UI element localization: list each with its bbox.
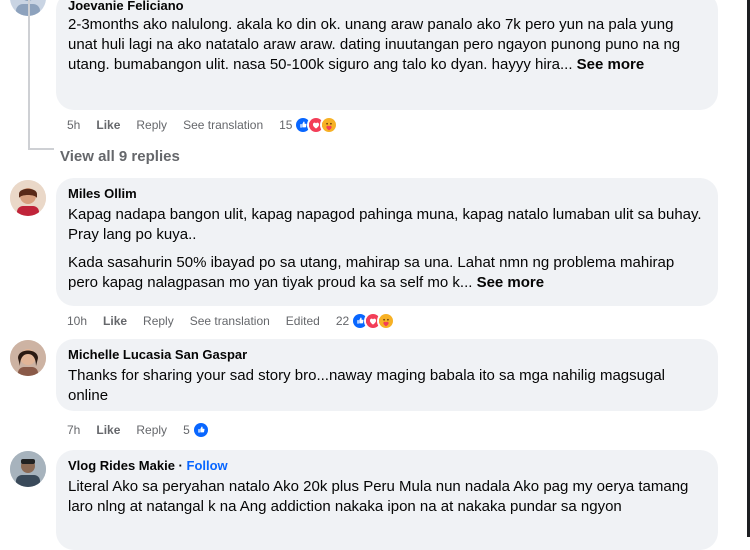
reply-button[interactable]: Reply (136, 423, 167, 437)
reaction-count[interactable]: 22 (336, 314, 349, 328)
comment-author[interactable]: Michelle Lucasia San Gaspar (68, 347, 706, 363)
reaction-icons[interactable] (351, 312, 396, 330)
reply-button[interactable]: Reply (143, 314, 174, 328)
comment-time[interactable]: 10h (67, 314, 87, 328)
comment-text: Literal Ako sa peryahan natalo Ako 20k p… (68, 478, 689, 515)
comment-author-line: Vlog Rides Makie · Follow (68, 458, 706, 474)
reaction-icons[interactable] (294, 116, 339, 134)
comment-body: Kada sasahurin 50% ibayad po sa utang, m… (68, 254, 675, 291)
avatar-miles[interactable] (10, 180, 46, 216)
comment-bubble: Miles Ollim Kapag nadapa bangon ulit, ka… (56, 178, 718, 306)
separator-dot: · (178, 458, 183, 473)
comment-bubble: Michelle Lucasia San Gaspar Thanks for s… (56, 339, 718, 411)
comment-bubble: Joevanie Feliciano 2-3months ako nalulon… (56, 0, 718, 110)
avatar-vlog-rides[interactable] (10, 451, 46, 487)
comment-author[interactable]: Joevanie Feliciano (68, 0, 706, 14)
comment-text: 2-3months ako nalulong. akala ko din ok.… (68, 15, 706, 75)
comment-text: Kada sasahurin 50% ibayad po sa utang, m… (68, 253, 706, 293)
comment-text: Thanks for sharing your sad story bro...… (68, 367, 665, 404)
like-button[interactable]: Like (96, 118, 120, 132)
see-more-link[interactable]: See more (577, 56, 645, 73)
thread-line (28, 0, 30, 150)
view-all-replies-link[interactable]: View all 9 replies (60, 148, 180, 165)
like-button[interactable]: Like (96, 423, 120, 437)
reply-button[interactable]: Reply (136, 118, 167, 132)
comment-time[interactable]: 7h (67, 423, 80, 437)
see-translation-button[interactable]: See translation (183, 118, 263, 132)
comment-actions: 7h Like Reply 5 (67, 421, 226, 439)
reaction-count[interactable]: 5 (183, 423, 190, 437)
comment-actions: 5h Like Reply See translation 15 (67, 116, 354, 134)
comment-author[interactable]: Vlog Rides Makie (68, 458, 175, 473)
comment-text: Kapag nadapa bangon ulit, kapag napagod … (68, 206, 702, 243)
avatar-michelle[interactable] (10, 340, 46, 376)
reaction-count[interactable]: 15 (279, 118, 292, 132)
reaction-icons[interactable] (191, 421, 210, 439)
edited-label: Edited (285, 314, 320, 328)
care-reaction-icon (377, 312, 396, 330)
like-reaction-icon (191, 421, 210, 439)
see-translation-button[interactable]: See translation (190, 314, 270, 328)
comment-time[interactable]: 5h (67, 118, 80, 132)
comment-actions: 10h Like Reply See translation Edited 22 (67, 312, 411, 330)
follow-button[interactable]: Follow (187, 458, 228, 473)
see-more-link[interactable]: See more (477, 274, 545, 291)
thread-line-corner (28, 148, 54, 150)
care-reaction-icon (320, 116, 339, 134)
comment-bubble: Vlog Rides Makie · Follow Literal Ako sa… (56, 450, 718, 550)
like-button[interactable]: Like (103, 314, 127, 328)
comment-author[interactable]: Miles Ollim (68, 186, 706, 202)
